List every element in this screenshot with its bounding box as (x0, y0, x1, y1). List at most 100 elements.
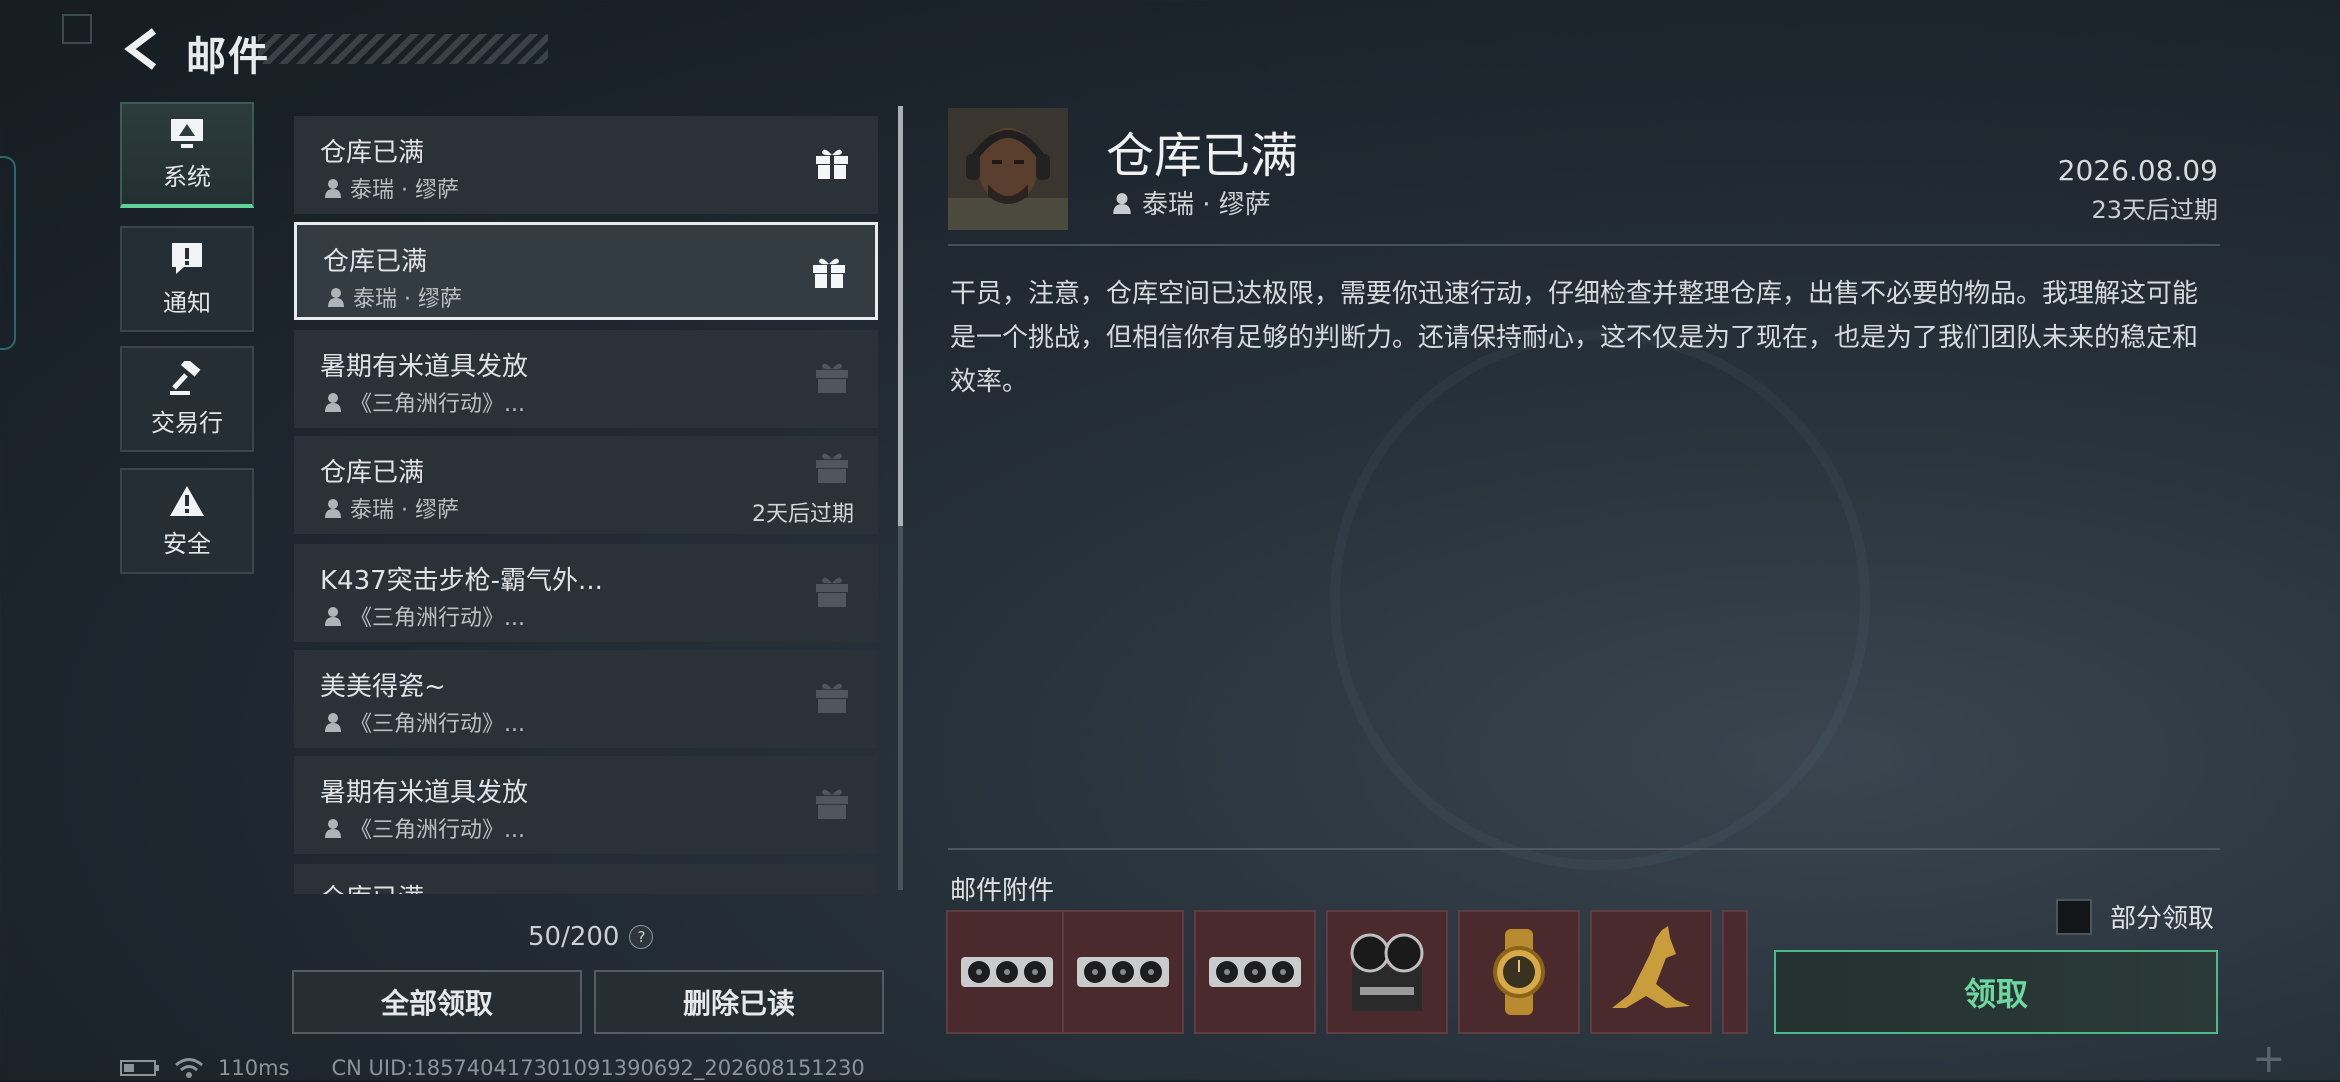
list-scrollbar-thumb[interactable] (898, 106, 903, 526)
category-label: 安全 (163, 529, 211, 558)
mail-item[interactable]: 暑期有米道具发放 《三角洲行动》... (294, 330, 878, 428)
detail-title: 仓库已满 (1106, 128, 1299, 184)
mail-sender-name: 《三角洲行动》... (350, 712, 525, 737)
ping-value: 110ms (218, 1056, 290, 1080)
mail-sender-name: 《三角洲行动》... (350, 392, 525, 417)
user-icon (325, 713, 341, 732)
gift-icon (816, 453, 848, 483)
attachment-item[interactable] (1458, 910, 1580, 1034)
detail-date: 2026.08.09 (2057, 154, 2218, 187)
category-label: 通知 (163, 288, 211, 317)
mail-sender-name: 泰瑞 · 缪萨 (350, 498, 459, 523)
mail-item-partial[interactable]: 仓库已满 (294, 864, 878, 894)
category-tab-notice[interactable]: 通知 (120, 226, 254, 332)
plus-decoration-icon: + (2252, 1036, 2286, 1082)
partial-claim-label: 部分领取 (2110, 904, 2215, 934)
graphics-card-icon (1077, 957, 1169, 987)
mail-count-value: 50/200 (528, 922, 620, 952)
user-icon (328, 288, 344, 307)
tape-recorder-icon (1350, 933, 1424, 1011)
mail-item[interactable]: 仓库已满 泰瑞 · 缪萨 (294, 116, 878, 214)
claim-button[interactable]: 领取 (1774, 950, 2218, 1034)
category-label: 交易行 (151, 408, 223, 437)
mail-sender-name: 《三角洲行动》... (350, 818, 525, 843)
partial-claim-toggle[interactable]: 部分领取 (2056, 898, 2214, 935)
gift-icon (816, 363, 848, 393)
mail-title: K437突击步枪-霸气外... (320, 566, 603, 596)
page-title: 邮件 (186, 34, 270, 80)
mail-sender-name: 泰瑞 · 缪萨 (350, 178, 459, 203)
uid-text: CN UID:185740417301091390692_20260815123… (331, 1056, 865, 1080)
mail-sender: 《三角洲行动》... (324, 812, 525, 844)
detail-sender: 泰瑞 · 缪萨 (1112, 184, 1271, 221)
wifi-icon (175, 1058, 203, 1078)
divider (948, 848, 2220, 850)
menu-corner-icon[interactable] (62, 14, 92, 44)
mail-sender: 《三角洲行动》... (324, 706, 525, 738)
category-tab-trade[interactable]: 交易行 (120, 346, 254, 452)
title-decoration (258, 34, 548, 64)
back-button[interactable] (118, 22, 166, 76)
sender-avatar (948, 108, 1068, 230)
avatar-portrait (948, 108, 1068, 230)
user-icon (325, 393, 341, 412)
gavel-icon (170, 360, 201, 395)
graphics-card-icon (1209, 957, 1301, 987)
mail-title: 暑期有米道具发放 (320, 778, 529, 808)
mail-list[interactable]: 仓库已满 泰瑞 · 缪萨 仓库已满 泰瑞 · 缪萨 暑期有米道具发放 《三角洲行… (294, 116, 878, 894)
mail-sender: 《三角洲行动》... (324, 600, 525, 632)
user-icon (325, 499, 341, 518)
mail-item-selected[interactable]: 仓库已满 泰瑞 · 缪萨 (294, 222, 878, 320)
warning-triangle-icon (170, 485, 204, 516)
delete-read-button[interactable]: 删除已读 (594, 970, 884, 1034)
mail-sender: 泰瑞 · 缪萨 (327, 281, 462, 313)
attachment-item[interactable] (1194, 910, 1316, 1034)
help-icon[interactable]: ? (629, 925, 654, 949)
mail-title: 暑期有米道具发放 (320, 352, 529, 382)
mail-sender-name: 泰瑞 · 缪萨 (353, 287, 462, 312)
gift-icon (816, 149, 848, 179)
mail-item[interactable]: 暑期有米道具发放 《三角洲行动》... (294, 756, 878, 854)
user-icon (325, 819, 341, 838)
gift-icon (816, 789, 848, 819)
alert-message-icon (172, 242, 202, 274)
side-edge-handle[interactable] (0, 156, 16, 350)
mail-count: 50/200 ? (528, 922, 654, 952)
detail-sender-name: 泰瑞 · 缪萨 (1142, 190, 1271, 220)
mail-expiry: 2天后过期 (752, 502, 854, 527)
attachment-item[interactable] (1590, 910, 1712, 1034)
divider (948, 244, 2220, 246)
mail-title: 仓库已满 (320, 458, 425, 488)
gift-icon (816, 683, 848, 713)
mail-title: 仓库已满 (320, 138, 425, 168)
background-emblem (1330, 330, 1870, 870)
mail-item[interactable]: 仓库已满 泰瑞 · 缪萨 2天后过期 (294, 436, 878, 534)
mail-body: 干员，注意，仓库空间已达极限，需要你迅速行动，仔细检查并整理仓库，出售不必要的物… (950, 279, 2199, 397)
back-arrow-icon (124, 28, 157, 70)
gift-icon (816, 577, 848, 607)
gold-watch-icon (1493, 929, 1545, 1015)
category-tab-system[interactable]: 系统 (120, 102, 254, 208)
mail-sender: 《三角洲行动》... (324, 386, 525, 418)
battery-icon (120, 1060, 159, 1076)
attachment-item[interactable] (1062, 910, 1184, 1034)
mail-title: 仓库已满 (320, 878, 424, 894)
partial-claim-checkbox[interactable] (2056, 898, 2092, 935)
mail-sender: 泰瑞 · 缪萨 (324, 492, 459, 524)
mail-item[interactable]: 美美得瓷~ 《三角洲行动》... (294, 650, 878, 748)
mail-sender: 泰瑞 · 缪萨 (324, 172, 459, 204)
attachment-item-partial[interactable] (1722, 910, 1748, 1034)
category-tab-security[interactable]: 安全 (120, 468, 254, 574)
golden-horse-statue-icon (1612, 926, 1690, 1008)
mail-sender-name: 《三角洲行动》... (350, 606, 525, 631)
gift-icon (813, 258, 845, 288)
mail-title: 美美得瓷~ (320, 672, 446, 702)
user-icon (1113, 192, 1131, 214)
detail-expiry: 23天后过期 (2091, 196, 2218, 224)
attachment-item[interactable] (1326, 910, 1448, 1034)
graphics-card-icon (961, 957, 1053, 987)
attachment-item[interactable] (946, 910, 1068, 1034)
user-icon (325, 607, 341, 626)
mail-item[interactable]: K437突击步枪-霸气外... 《三角洲行动》... (294, 544, 878, 642)
claim-all-button[interactable]: 全部领取 (292, 970, 582, 1034)
